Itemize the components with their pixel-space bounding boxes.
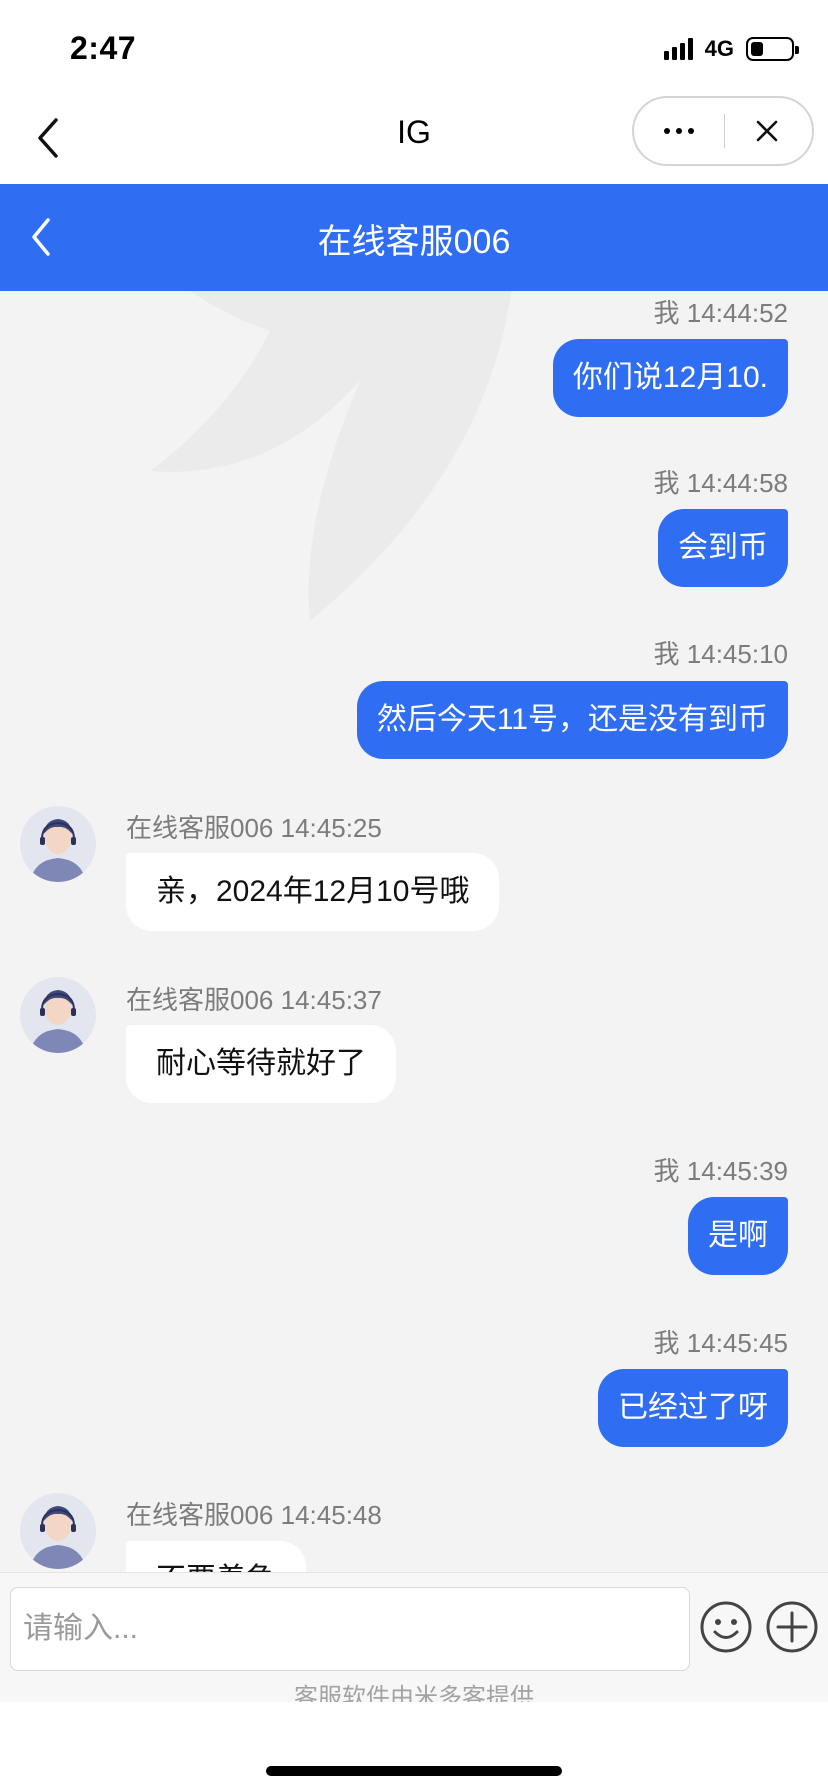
message-bubble-agent: 亲，2024年12月10号哦: [126, 853, 500, 931]
input-bar: 客服软件由米多客提供: [0, 1572, 828, 1711]
more-dots-icon[interactable]: [634, 98, 724, 164]
message-meta: 在线客服006 14:45:25: [126, 808, 382, 845]
message-bubble-agent: 不要着急: [126, 1541, 306, 1572]
message-time: 14:45:45: [686, 1328, 788, 1358]
message-time: 14:45:48: [280, 1500, 382, 1530]
status-bar: 2:47 4G: [0, 0, 828, 92]
message-bubble-agent: 耐心等待就好了: [126, 1025, 396, 1103]
brand-watermark: [150, 291, 512, 621]
chat-header: 在线客服006: [0, 184, 828, 291]
sender-name: 我: [653, 1328, 680, 1358]
message-bubble-me: 是啊: [688, 1197, 788, 1275]
message-time: 14:45:25: [280, 813, 382, 843]
sender-name: 我: [653, 468, 680, 498]
agent-avatar-icon: [20, 1493, 96, 1569]
message-bubble-me: 会到币: [658, 509, 788, 587]
message-meta: 我 14:44:52: [654, 293, 788, 330]
sender-name: 在线客服006: [126, 985, 274, 1015]
agent-avatar-icon: [20, 806, 96, 882]
status-indicators: 4G: [663, 34, 799, 64]
chat-title: 在线客服006: [317, 223, 511, 261]
message-meta: 在线客服006 14:45:37: [126, 980, 382, 1017]
chat-area[interactable]: 我 14:44:52 你们说12月10. 我 14:44:58 会到币 我 14…: [0, 291, 828, 1572]
message-time: 14:44:52: [686, 298, 788, 328]
emoji-icon[interactable]: [698, 1599, 754, 1655]
battery-icon: [746, 37, 799, 61]
plus-icon[interactable]: [764, 1599, 820, 1655]
network-type: 4G: [704, 36, 734, 61]
sender-name: 我: [653, 639, 680, 669]
close-icon: [756, 120, 778, 142]
sender-name: 我: [653, 1156, 680, 1186]
message-meta: 我 14:45:45: [654, 1323, 788, 1360]
message-input[interactable]: [10, 1587, 690, 1671]
message-bubble-me: 然后今天11号，还是没有到币: [356, 681, 788, 759]
status-time: 2:47: [70, 30, 137, 66]
signal-icon: [663, 38, 693, 60]
sender-name: 在线客服006: [126, 1500, 274, 1530]
message-time: 14:45:10: [686, 639, 788, 669]
message-time: 14:44:58: [686, 468, 788, 498]
message-time: 14:45:37: [280, 985, 382, 1015]
home-indicator[interactable]: [266, 1766, 562, 1776]
message-meta: 我 14:45:39: [654, 1151, 788, 1188]
sender-name: 在线客服006: [126, 813, 274, 843]
message-bubble-me: 已经过了呀: [598, 1369, 788, 1447]
home-area: [0, 1702, 828, 1792]
message-meta: 我 14:45:10: [654, 634, 788, 671]
capsule-menu: [632, 96, 814, 166]
sender-name: 我: [653, 298, 680, 328]
close-button[interactable]: [722, 98, 812, 164]
message-bubble-me: 你们说12月10.: [552, 339, 788, 417]
mini-program-header: IG: [0, 92, 828, 184]
message-time: 14:45:39: [686, 1156, 788, 1186]
agent-avatar-icon: [20, 977, 96, 1053]
message-meta: 在线客服006 14:45:48: [126, 1495, 382, 1532]
message-meta: 我 14:44:58: [654, 463, 788, 500]
